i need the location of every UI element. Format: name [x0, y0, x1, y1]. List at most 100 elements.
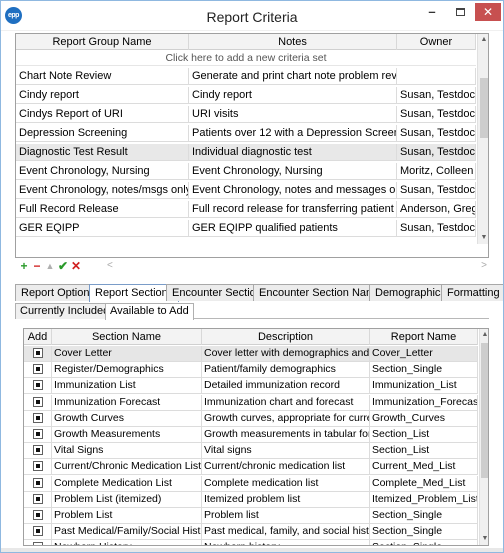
add-cell[interactable]: [24, 362, 52, 378]
description-cell[interactable]: Problem list: [202, 508, 370, 523]
section-name-cell[interactable]: Problem List: [52, 508, 202, 523]
description-cell[interactable]: Cover letter with demographics and patie: [202, 346, 370, 361]
section-name-cell[interactable]: Immunization List: [52, 378, 202, 394]
add-checkbox[interactable]: [32, 477, 43, 488]
notes-cell[interactable]: Event Chronology, notes and messages onl…: [189, 182, 397, 198]
owner-cell[interactable]: Susan, Testdoc: [397, 144, 476, 160]
notes-cell[interactable]: Event Chronology, Nursing: [189, 163, 397, 179]
report-name-cell[interactable]: Current_Med_List: [370, 459, 478, 475]
table-row[interactable]: GER EQIPP GER EQIPP qualified patients Sus…: [16, 220, 476, 237]
section-name-cell[interactable]: Register/Demographics: [52, 362, 202, 378]
report-group-name-cell[interactable]: Chart Note Review: [16, 68, 189, 84]
description-cell[interactable]: Growth measurements in tabular format: [202, 427, 370, 442]
table-row[interactable]: Full Record Release Full record release f…: [16, 201, 476, 218]
minimize-button[interactable]: –: [421, 4, 443, 22]
column-header-add[interactable]: Add: [24, 329, 52, 345]
notes-cell[interactable]: GER EQIPP qualified patients: [189, 220, 397, 236]
report-name-cell[interactable]: Section_Single: [370, 362, 478, 378]
report-name-cell[interactable]: Growth_Curves: [370, 410, 478, 426]
add-icon[interactable]: +: [18, 260, 30, 273]
report-name-cell[interactable]: Complete_Med_List: [370, 475, 478, 491]
report-name-cell[interactable]: Itemized_Problem_List: [370, 491, 478, 507]
add-checkbox[interactable]: [32, 380, 43, 391]
add-checkbox[interactable]: [32, 364, 43, 375]
description-cell[interactable]: Itemized problem list: [202, 491, 370, 507]
description-cell[interactable]: Immunization chart and forecast: [202, 394, 370, 410]
tab-demographics[interactable]: Demographics: [369, 284, 452, 301]
notes-cell[interactable]: Individual diagnostic test: [189, 144, 397, 160]
table-row[interactable]: Cindys Report of URI URI visits Susan, Tes…: [16, 106, 476, 123]
add-checkbox[interactable]: [32, 542, 43, 545]
description-cell[interactable]: Vital signs: [202, 443, 370, 459]
table-row[interactable]: Cover Letter Cover letter with demographi…: [24, 346, 478, 362]
table-row[interactable]: Immunization List Detailed immunization r…: [24, 378, 478, 395]
table-row[interactable]: Chart Note Review Generate and print char…: [16, 68, 476, 85]
section-name-cell[interactable]: Immunization Forecast: [52, 394, 202, 410]
notes-cell[interactable]: Full record release for transferring pat…: [189, 201, 397, 217]
report-name-cell[interactable]: Section_Single: [370, 524, 478, 540]
subtab-currently-included[interactable]: Currently Included: [15, 303, 115, 319]
tab-formatting[interactable]: Formatting: [441, 284, 503, 301]
report-group-name-cell[interactable]: Event Chronology, Nursing: [16, 163, 189, 179]
section-name-cell[interactable]: Vital Signs: [52, 443, 202, 459]
section-name-cell[interactable]: Problem List (itemized): [52, 491, 202, 507]
section-name-cell[interactable]: Growth Measurements: [52, 427, 202, 442]
report-group-name-cell[interactable]: Cindy report: [16, 87, 189, 103]
add-cell[interactable]: [24, 346, 52, 361]
scroll-up-icon[interactable]: ▲: [480, 329, 488, 341]
add-checkbox[interactable]: [32, 429, 43, 439]
report-group-name-cell[interactable]: Depression Screening: [16, 125, 189, 141]
add-cell[interactable]: [24, 459, 52, 475]
criteria-grid-vertical-scrollbar[interactable]: ▲ ▼: [477, 34, 488, 244]
notes-cell[interactable]: Cindy report: [189, 87, 397, 103]
description-cell[interactable]: Complete medication list: [202, 475, 370, 491]
add-cell[interactable]: [24, 491, 52, 507]
notes-cell[interactable]: URI visits: [189, 106, 397, 122]
accept-icon[interactable]: ✔: [57, 260, 69, 273]
section-name-cell[interactable]: Complete Medication List: [52, 475, 202, 491]
owner-cell[interactable]: Anderson, Gregory: [397, 201, 476, 217]
owner-cell[interactable]: Susan, Testdoc: [397, 125, 476, 141]
maximize-button[interactable]: [449, 4, 471, 22]
close-button[interactable]: ✕: [475, 3, 501, 21]
column-header-notes[interactable]: Notes: [189, 34, 397, 50]
report-group-name-cell[interactable]: GER EQIPP: [16, 220, 189, 236]
add-cell[interactable]: [24, 394, 52, 410]
report-name-cell[interactable]: Immunization_List: [370, 378, 478, 394]
column-header-description[interactable]: Description: [202, 329, 370, 345]
add-cell[interactable]: [24, 427, 52, 442]
add-cell[interactable]: [24, 378, 52, 394]
table-row[interactable]: Register/Demographics Patient/family demo…: [24, 362, 478, 379]
description-cell[interactable]: Detailed immunization record: [202, 378, 370, 394]
add-cell[interactable]: [24, 410, 52, 426]
table-row[interactable]: Newborn HistoryNewborn historySection_Si…: [24, 540, 478, 545]
scroll-thumb[interactable]: [481, 343, 488, 478]
add-cell[interactable]: [24, 508, 52, 523]
add-checkbox[interactable]: [32, 510, 43, 520]
add-checkbox[interactable]: [32, 526, 43, 537]
owner-cell[interactable]: Susan, Testdoc: [397, 87, 476, 103]
report-name-cell[interactable]: Immunization_Forecast: [370, 394, 478, 410]
owner-cell[interactable]: [397, 68, 476, 84]
owner-cell[interactable]: Susan, Testdoc: [397, 220, 476, 236]
report-name-cell[interactable]: Section_List: [370, 427, 478, 442]
report-group-name-cell[interactable]: Event Chronology, notes/msgs only: [16, 182, 189, 198]
add-cell[interactable]: [24, 475, 52, 491]
description-cell[interactable]: Patient/family demographics: [202, 362, 370, 378]
scroll-down-icon[interactable]: ▼: [478, 232, 488, 244]
add-checkbox[interactable]: [32, 461, 43, 472]
section-name-cell[interactable]: Past Medical/Family/Social History: [52, 524, 202, 540]
report-name-cell[interactable]: Section_Single: [370, 508, 478, 523]
column-header-report-group-name[interactable]: Report Group Name: [16, 34, 189, 50]
scroll-thumb[interactable]: [480, 78, 488, 138]
report-group-name-cell[interactable]: Diagnostic Test Result: [16, 144, 189, 160]
table-row[interactable]: Vital Signs Vital signs Section_List: [24, 443, 478, 460]
section-name-cell[interactable]: Current/Chronic Medication List: [52, 459, 202, 475]
table-row[interactable]: Diagnostic Test Result Individual diagnos…: [16, 144, 476, 161]
add-cell[interactable]: [24, 524, 52, 540]
move-up-icon[interactable]: ▲: [44, 260, 56, 273]
scroll-up-icon[interactable]: ▲: [478, 34, 488, 46]
scroll-left-icon[interactable]: <: [107, 260, 113, 271]
description-cell[interactable]: Newborn history: [202, 540, 370, 545]
table-row[interactable]: Depression Screening Patients over 12 wit…: [16, 125, 476, 142]
